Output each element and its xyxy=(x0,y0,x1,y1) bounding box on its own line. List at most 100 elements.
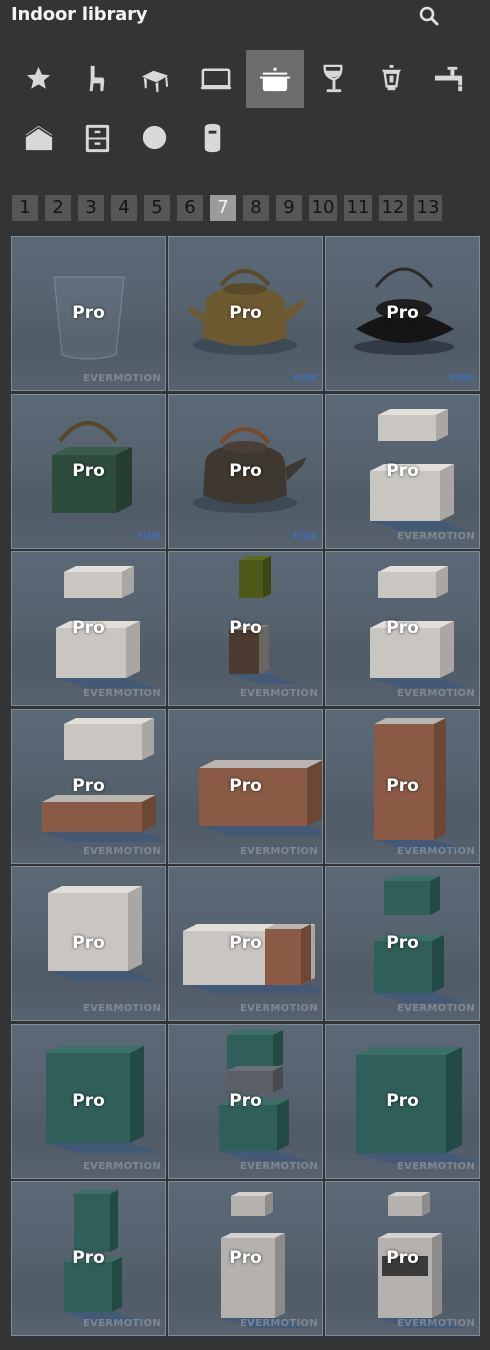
category-decor[interactable] xyxy=(126,109,184,167)
watermark: EVERMOTION xyxy=(397,1160,475,1172)
category-tableware[interactable] xyxy=(304,50,362,108)
page-button-11[interactable]: 11 xyxy=(344,195,372,221)
model-tile[interactable]: EVERMOTION Pro xyxy=(168,866,323,1021)
category-lighting[interactable] xyxy=(362,50,420,108)
page-button-12[interactable]: 12 xyxy=(379,195,407,221)
cylinder-icon xyxy=(204,123,221,153)
pro-badge: Pro xyxy=(386,303,419,323)
page-button-8[interactable]: 8 xyxy=(243,195,269,221)
pot-icon xyxy=(259,67,291,92)
model-tile[interactable]: EVERMOTION Pro xyxy=(11,551,166,706)
page-button-13[interactable]: 13 xyxy=(414,195,442,221)
page-button-3[interactable]: 3 xyxy=(78,195,104,221)
watermark: FINE xyxy=(293,374,318,384)
model-tile[interactable]: EVERMOTION Pro xyxy=(325,393,480,549)
category-chairs[interactable] xyxy=(68,50,126,108)
house-icon xyxy=(25,125,53,151)
watermark: EVERMOTION xyxy=(240,1160,318,1172)
wine-glass-icon xyxy=(323,64,343,93)
watermark: EVERMOTION xyxy=(397,688,475,699)
category-bathroom[interactable] xyxy=(420,50,478,108)
model-tile[interactable]: FINE Pro xyxy=(168,393,323,549)
pro-badge: Pro xyxy=(72,933,105,953)
faucet-icon xyxy=(434,66,463,92)
star-icon xyxy=(26,66,51,89)
watermark: EVERMOTION xyxy=(397,530,475,542)
model-tile[interactable]: EVERMOTION Pro xyxy=(168,708,323,864)
model-tile[interactable]: FINE Pro xyxy=(325,236,480,391)
page-button-10[interactable]: 10 xyxy=(309,195,337,221)
watermark: EVERMOTION xyxy=(83,1003,161,1014)
pro-badge: Pro xyxy=(229,618,262,638)
pro-badge: Pro xyxy=(72,618,105,638)
pro-badge: Pro xyxy=(386,618,419,638)
pro-badge: Pro xyxy=(72,1090,105,1111)
category-favorites[interactable] xyxy=(10,50,68,108)
pro-badge: Pro xyxy=(229,303,262,323)
pro-badge: Pro xyxy=(72,460,105,481)
page-button-9[interactable]: 9 xyxy=(276,195,302,221)
model-tile[interactable]: EVERMOTION Pro xyxy=(11,1023,166,1179)
watermark: EVERMOTION xyxy=(83,373,161,384)
category-architecture[interactable] xyxy=(10,109,68,167)
category-misc[interactable] xyxy=(184,109,242,167)
table-icon xyxy=(141,70,169,93)
page-button-5[interactable]: 5 xyxy=(144,195,170,221)
watermark: EVERMOTION xyxy=(397,1318,475,1329)
model-tile[interactable]: EVERMOTION Pro xyxy=(168,1023,323,1179)
model-tile[interactable]: EVERMOTION Pro xyxy=(11,708,166,864)
panel-title: Indoor library xyxy=(11,4,148,25)
pro-badge: Pro xyxy=(229,460,262,481)
search-icon[interactable] xyxy=(416,4,442,28)
page-button-2[interactable]: 2 xyxy=(45,195,71,221)
lantern-icon xyxy=(381,64,402,91)
model-tile[interactable]: EVERMOTION Pro xyxy=(325,708,480,864)
model-tile[interactable]: EVERMOTION Pro xyxy=(325,866,480,1021)
watermark: EVERMOTION xyxy=(83,688,161,699)
model-tile[interactable]: EVERMOTION Pro xyxy=(11,236,166,391)
pro-badge: Pro xyxy=(386,933,419,953)
pro-badge: Pro xyxy=(229,1090,262,1111)
pro-badge: Pro xyxy=(386,775,419,796)
watermark: FINE xyxy=(293,531,318,542)
model-tile[interactable]: EVERMOTION Pro xyxy=(168,1181,323,1336)
watermark: EVERMOTION xyxy=(397,1003,475,1014)
category-cabinets[interactable] xyxy=(68,109,126,167)
chair-icon xyxy=(89,65,105,92)
watermark: EVERMOTION xyxy=(240,1003,318,1014)
watermark: FINE xyxy=(136,531,161,542)
watermark: EVERMOTION xyxy=(240,845,318,857)
model-tile[interactable]: EVERMOTION Pro xyxy=(11,1181,166,1336)
pro-badge: Pro xyxy=(229,1248,262,1268)
pro-badge: Pro xyxy=(72,1248,105,1268)
page-button-4[interactable]: 4 xyxy=(111,195,137,221)
watermark: FINE xyxy=(450,374,475,384)
model-tile[interactable]: EVERMOTION Pro xyxy=(325,1181,480,1336)
watermark: EVERMOTION xyxy=(240,1318,318,1329)
model-tile[interactable]: EVERMOTION Pro xyxy=(325,1023,480,1179)
category-tables[interactable] xyxy=(126,50,184,108)
pro-badge: Pro xyxy=(229,775,262,796)
model-tile[interactable]: EVERMOTION Pro xyxy=(325,551,480,706)
watermark: EVERMOTION xyxy=(397,845,475,857)
pro-badge: Pro xyxy=(386,1090,419,1111)
watermark: EVERMOTION xyxy=(83,1318,161,1329)
watermark: EVERMOTION xyxy=(240,688,318,699)
page-button-6[interactable]: 6 xyxy=(177,195,203,221)
pro-badge: Pro xyxy=(386,1248,419,1268)
pro-badge: Pro xyxy=(229,933,262,953)
pro-badge: Pro xyxy=(386,460,419,481)
cabinet-icon xyxy=(85,124,110,153)
model-tile[interactable]: EVERMOTION Pro xyxy=(168,551,323,706)
monitor-icon xyxy=(200,68,232,90)
model-tile[interactable]: FINE Pro xyxy=(11,393,166,549)
model-tile[interactable]: EVERMOTION Pro xyxy=(11,866,166,1021)
pro-badge: Pro xyxy=(72,775,105,796)
pro-badge: Pro xyxy=(72,303,105,323)
category-kitchen[interactable] xyxy=(246,50,304,108)
page-button-1[interactable]: 1 xyxy=(12,195,38,221)
header: Indoor library xyxy=(0,0,490,32)
page-button-7[interactable]: 7 xyxy=(210,195,236,221)
category-electronics[interactable] xyxy=(187,50,245,108)
model-tile[interactable]: FINE Pro xyxy=(168,236,323,391)
